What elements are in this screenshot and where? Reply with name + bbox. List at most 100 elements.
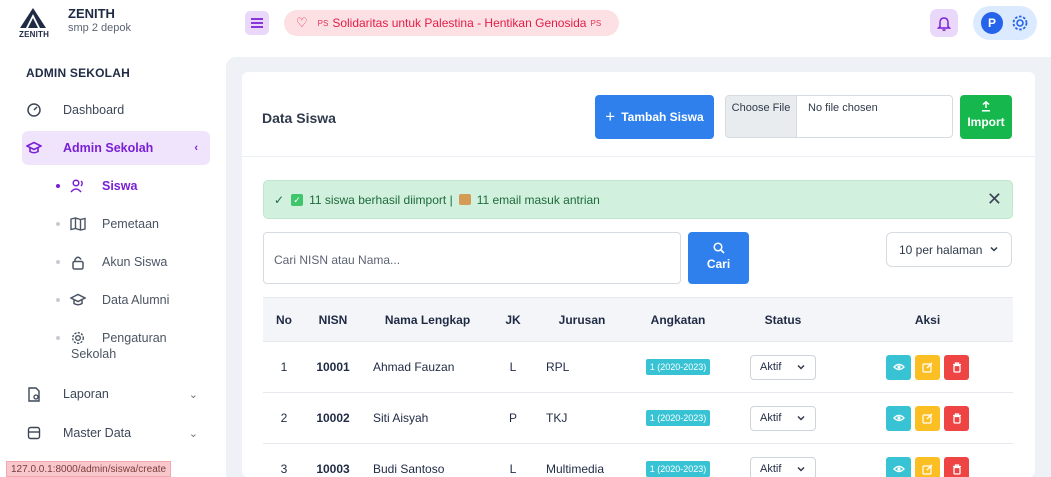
edit-button[interactable] bbox=[915, 354, 940, 380]
cell-no: 1 bbox=[263, 341, 305, 393]
status-select[interactable]: Aktif bbox=[750, 405, 816, 431]
col-status: Status bbox=[724, 297, 842, 342]
per-page-select[interactable]: 10 per halaman bbox=[886, 232, 1012, 267]
section-title: ADMIN SEKOLAH bbox=[26, 66, 130, 80]
view-button[interactable] bbox=[886, 405, 911, 431]
delete-button[interactable] bbox=[944, 405, 969, 431]
sidebar-subitem-label: Pemetaan bbox=[102, 217, 159, 231]
trash-icon bbox=[952, 412, 961, 424]
chevron-down-icon bbox=[989, 243, 999, 257]
search-label: Cari bbox=[706, 257, 731, 271]
page-title: Data Siswa bbox=[262, 110, 336, 126]
cell-no: 3 bbox=[263, 443, 305, 477]
plus-icon: + bbox=[605, 107, 616, 126]
status-value: Aktif bbox=[760, 412, 782, 424]
cell-jk: L bbox=[494, 341, 532, 393]
search-button[interactable]: Cari bbox=[688, 232, 749, 284]
graduation-cap-icon bbox=[26, 140, 42, 156]
sidebar-item-admin-sekolah[interactable]: Admin Sekolah ‹ bbox=[22, 131, 210, 165]
col-jk: JK bbox=[494, 297, 532, 342]
status-bar-url: 127.0.0.1:8000/admin/siswa/create bbox=[6, 461, 172, 477]
database-icon bbox=[26, 425, 42, 441]
brand[interactable]: ZENITH ZENITH smp 2 depok bbox=[18, 6, 131, 40]
choose-file-button[interactable]: Choose File bbox=[726, 96, 797, 137]
school-name: smp 2 depok bbox=[68, 22, 131, 34]
sidebar-subitem-label: Siswa bbox=[102, 179, 138, 193]
chevron-down-icon bbox=[796, 362, 806, 375]
sidebar-item-laporan[interactable]: Laporan ⌄ bbox=[22, 377, 210, 411]
settings-gear-icon[interactable] bbox=[1011, 14, 1029, 32]
package-icon bbox=[458, 194, 471, 205]
avatar[interactable]: P bbox=[981, 12, 1003, 34]
search-icon bbox=[688, 242, 749, 257]
edit-button[interactable] bbox=[915, 405, 940, 431]
col-jurusan: Jurusan bbox=[532, 297, 632, 342]
import-button[interactable]: Import bbox=[960, 95, 1012, 139]
angkatan-badge: 1 (2020-2023) bbox=[645, 359, 711, 375]
sidebar-subitem-label: Pengaturan bbox=[102, 331, 167, 345]
close-icon[interactable]: ✕ bbox=[987, 190, 1002, 208]
sidebar-subitem-pemetaan[interactable]: Pemetaan bbox=[56, 216, 159, 232]
sidebar-subitem-label-line2: Sekolah bbox=[71, 347, 117, 361]
add-student-label: Tambah Siswa bbox=[621, 110, 704, 124]
edit-button[interactable] bbox=[915, 456, 940, 477]
report-file-icon bbox=[26, 386, 42, 402]
cell-jurusan: TKJ bbox=[532, 392, 632, 444]
sidebar-subitem-label: Akun Siswa bbox=[102, 255, 168, 269]
sidebar-item-master-data[interactable]: Master Data ⌄ bbox=[22, 416, 210, 450]
table-row: 3 10003 Budi Santoso L Multimedia 1 (202… bbox=[263, 443, 1013, 477]
status-value: Aktif bbox=[760, 361, 782, 373]
per-page-value: 10 per halaman bbox=[899, 242, 983, 257]
sidebar-subitem-siswa[interactable]: Siswa bbox=[56, 178, 137, 194]
notification-button[interactable] bbox=[930, 9, 958, 37]
user-menu[interactable]: P bbox=[973, 6, 1037, 40]
search-input[interactable]: Cari NISN atau Nama... bbox=[263, 232, 681, 284]
announcement-banner: ♡ PS Solidaritas untuk Palestina - Henti… bbox=[284, 10, 620, 36]
chevron-down-icon: ⌄ bbox=[188, 428, 198, 440]
angkatan-badge: 1 (2020-2023) bbox=[645, 461, 711, 477]
menu-toggle-button[interactable] bbox=[245, 11, 269, 35]
zenith-logo-icon: ZENITH bbox=[18, 6, 50, 40]
bullet-dot bbox=[56, 184, 60, 188]
flag-tag-right: PS bbox=[590, 18, 602, 28]
sidebar: ZENITH ZENITH smp 2 depok ADMIN SEKOLAH … bbox=[0, 0, 222, 477]
file-status: No file chosen bbox=[808, 102, 878, 114]
file-input[interactable]: Choose File No file chosen bbox=[725, 95, 953, 138]
flag-tag-left: PS bbox=[317, 18, 329, 28]
eye-icon bbox=[892, 414, 905, 422]
sidebar-item-label: Admin Sekolah bbox=[63, 141, 154, 155]
sidebar-subitem-data-alumni[interactable]: Data Alumni bbox=[56, 292, 169, 308]
edit-icon bbox=[922, 464, 933, 475]
eye-icon bbox=[892, 363, 905, 371]
hamburger-icon bbox=[251, 18, 263, 28]
sidebar-item-label: Master Data bbox=[63, 426, 132, 440]
graduation-cap-icon bbox=[70, 292, 86, 308]
chevron-down-icon bbox=[796, 464, 806, 477]
logo-text: ZENITH bbox=[19, 30, 50, 39]
view-button[interactable] bbox=[886, 456, 911, 477]
students-table: No NISN Nama Lengkap JK Jurusan Angkatan… bbox=[263, 297, 1013, 477]
status-select[interactable]: Aktif bbox=[750, 456, 816, 477]
chevron-down-icon: ⌄ bbox=[188, 389, 198, 401]
angkatan-badge: 1 (2020-2023) bbox=[645, 410, 711, 426]
view-button[interactable] bbox=[886, 354, 911, 380]
cell-jurusan: RPL bbox=[532, 341, 632, 393]
lock-icon bbox=[70, 254, 86, 270]
dashboard-icon bbox=[26, 102, 42, 118]
table-row: 1 10001 Ahmad Fauzan L RPL 1 (2020-2023)… bbox=[263, 341, 1013, 393]
status-value: Aktif bbox=[760, 463, 782, 476]
sidebar-subitem-akun-siswa[interactable]: Akun Siswa bbox=[56, 254, 167, 270]
table-row: 2 10002 Siti Aisyah P TKJ 1 (2020-2023) … bbox=[263, 392, 1013, 444]
import-label: Import bbox=[967, 115, 1005, 129]
col-nisn: NISN bbox=[305, 297, 361, 342]
add-student-button[interactable]: + Tambah Siswa bbox=[595, 95, 714, 139]
card-header: Data Siswa + Tambah Siswa Choose File No… bbox=[242, 72, 1035, 157]
status-select[interactable]: Aktif bbox=[750, 354, 816, 380]
check-box-icon: ✓ bbox=[291, 193, 304, 206]
sidebar-item-dashboard[interactable]: Dashboard bbox=[22, 93, 210, 127]
col-aksi: Aksi bbox=[842, 297, 1013, 342]
delete-button[interactable] bbox=[944, 354, 969, 380]
sidebar-subitem-pengaturan-sekolah[interactable]: Pengaturan bbox=[56, 330, 167, 346]
delete-button[interactable] bbox=[944, 456, 969, 477]
cell-jurusan: Multimedia bbox=[532, 443, 632, 477]
